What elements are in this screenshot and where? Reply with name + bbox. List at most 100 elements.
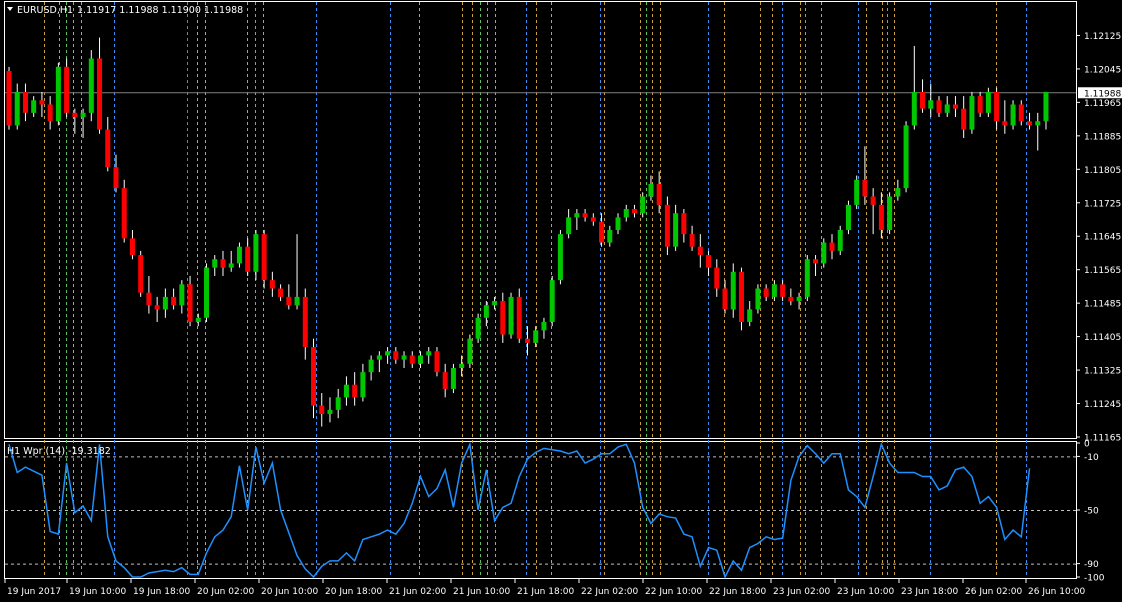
bear-candle-body [829,242,835,251]
bull-candle-body [911,91,917,126]
candle [129,229,135,260]
bear-candle-body [220,259,226,268]
dropdown-triangle-icon[interactable] [7,7,13,11]
bull-candle-body [549,280,555,322]
indicator-header: H1 Wpr (14) -19.3182 [7,446,111,457]
bear-candle-body [1018,104,1024,122]
candle [261,229,267,289]
candle [187,275,193,327]
bear-candle-body [582,213,588,218]
candle [566,209,572,239]
bear-candle-body [393,351,399,360]
candle [146,275,152,314]
candle [47,96,53,130]
candle [689,225,695,251]
candle [796,292,802,310]
bear-candle-body [171,296,177,306]
price-tick-label: 1.11885 [1084,132,1121,142]
bear-candle-body [39,100,45,105]
candle [64,58,70,118]
bear-candle-body [590,217,596,222]
bear-candle-body [738,271,744,322]
candle [228,250,234,272]
indicator-tick-label: 0 [1084,440,1090,450]
time-tick-label: 21 Jun 02:00 [389,587,446,597]
candle [714,259,720,297]
bull-candle-body [796,296,802,302]
candle [385,347,391,364]
bull-candle-body [88,58,94,113]
time-tick-label: 23 Jun 10:00 [837,587,894,597]
bear-candle-body [1002,121,1008,126]
bear-candle-body [6,71,12,126]
candle [138,250,144,297]
bull-candle-body [804,259,810,297]
bull-candle-body [195,317,201,322]
bull-candle-body [475,317,481,339]
time-tick-label: 21 Jun 10:00 [453,587,510,597]
chart-canvas[interactable]: 1.12125 1.12045 1.11965 1.11885 1.11805 1.117… [0,0,1122,602]
bull-candle-body [162,296,168,310]
candle [903,121,909,193]
price-tick-label: 1.11405 [1084,333,1121,343]
candle [854,175,860,210]
bull-candle-body [673,213,679,247]
candle [631,204,637,218]
bear-candle-body [261,234,267,281]
candle [269,271,275,297]
candle [1002,100,1008,134]
bull-candle-body [944,104,950,113]
bear-candle-body [245,246,251,272]
bear-candle-body [870,196,876,205]
bear-candle-body [113,167,119,189]
time-tick-label: 23 Jun 18:00 [901,587,958,597]
price-tick-label: 1.11325 [1084,367,1121,377]
chart-window[interactable]: 1.12125 1.12045 1.11965 1.11885 1.11805 1.117… [0,0,1122,602]
bear-candle-body [714,267,720,289]
candle [590,213,596,226]
candle [755,284,761,314]
candle [895,179,901,201]
candle [319,393,325,427]
bull-candle-body [1010,104,1016,126]
time-tick-label: 26 Jun 02:00 [965,587,1022,597]
candle [105,117,111,172]
bear-candle-body [994,91,1000,122]
bear-candle-body [138,255,144,293]
bear-candle-body [72,112,78,118]
bull-candle-body [837,229,843,251]
bull-candle-body [418,355,423,364]
candle [426,347,432,364]
price-tick-label: 1.11965 [1084,99,1121,109]
candle [994,87,1000,130]
bear-candle-body [64,66,70,113]
candle [121,179,127,243]
candle [500,292,506,343]
candle [6,66,12,130]
candle [212,255,218,276]
candle [335,388,341,419]
candle [599,213,605,247]
bull-candle-body [204,267,210,318]
bear-candle-body [319,405,325,414]
bear-candle-body [286,296,292,306]
bear-candle-body [121,188,127,239]
candle [533,326,539,348]
bull-candle-body [928,100,934,109]
candle [936,96,942,118]
bear-candle-body [302,296,308,348]
bull-candle-body [327,409,333,414]
candle [582,209,588,222]
time-tick-label: 20 Jun 10:00 [261,587,318,597]
candle [862,146,868,205]
bull-candle-body [615,217,621,230]
bear-candle-body [269,280,275,289]
bull-candle-body [376,355,382,360]
candle [286,284,292,310]
bull-candle-body [533,330,539,343]
bear-candle-body [664,204,670,247]
candle [615,213,621,235]
candle [813,255,819,276]
candle [368,355,374,381]
bull-candle-body [467,338,473,364]
